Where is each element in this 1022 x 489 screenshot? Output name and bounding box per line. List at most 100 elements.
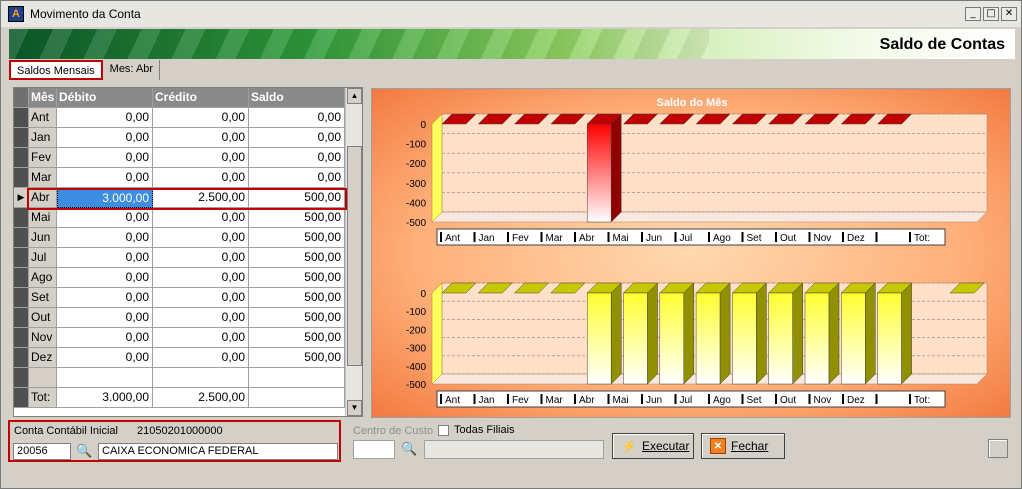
cost-center-search-icon[interactable]: 🔍: [401, 441, 417, 457]
row-indicator[interactable]: [14, 268, 29, 288]
cell-credito[interactable]: 0,00: [153, 288, 249, 308]
row-indicator[interactable]: [14, 248, 29, 268]
cell-debito[interactable]: 0,00: [57, 328, 153, 348]
cell-credito[interactable]: 0,00: [153, 348, 249, 368]
cell-saldo[interactable]: 0,00: [249, 108, 345, 128]
cell-mes[interactable]: Ant: [29, 108, 57, 128]
table-row[interactable]: Jul 0,00 0,00 500,00: [14, 248, 346, 268]
minimize-button[interactable]: _: [965, 7, 981, 21]
col-header-debito[interactable]: Débito: [57, 88, 153, 108]
cell-mes[interactable]: Jan: [29, 128, 57, 148]
close-button[interactable]: ✕ Fechar: [701, 433, 785, 459]
table-row[interactable]: Tot: 3.000,00 2.500,00: [14, 388, 346, 408]
table-row[interactable]: Fev 0,00 0,00 0,00: [14, 148, 346, 168]
monthly-balance-grid[interactable]: Mês Débito Crédito Saldo ▲ ▼ Ant 0,00 0,00…: [13, 87, 363, 417]
small-action-button[interactable]: [988, 439, 1008, 458]
cell-mes[interactable]: Ago: [29, 268, 57, 288]
cell-debito[interactable]: 0,00: [57, 168, 153, 188]
cell-mes[interactable]: Mai: [29, 208, 57, 228]
all-branches-checkbox[interactable]: [438, 425, 449, 436]
row-indicator[interactable]: [14, 308, 29, 328]
table-row[interactable]: Jan 0,00 0,00 0,00: [14, 128, 346, 148]
cell-debito[interactable]: [57, 368, 153, 388]
cell-saldo[interactable]: 500,00: [249, 308, 345, 328]
cell-debito[interactable]: 0,00: [57, 128, 153, 148]
cell-debito[interactable]: 3.000,00: [57, 188, 153, 208]
cell-debito[interactable]: 0,00: [57, 208, 153, 228]
cell-mes[interactable]: Abr: [29, 188, 57, 208]
cell-debito[interactable]: 0,00: [57, 268, 153, 288]
grid-scrollbar[interactable]: ▲ ▼: [345, 88, 362, 416]
cell-saldo[interactable]: 500,00: [249, 248, 345, 268]
print-icon[interactable]: [14, 88, 29, 108]
close-window-button[interactable]: ✕: [1001, 7, 1017, 21]
cell-mes[interactable]: Jul: [29, 248, 57, 268]
cell-mes[interactable]: Jun: [29, 228, 57, 248]
cell-debito[interactable]: 0,00: [57, 308, 153, 328]
row-indicator[interactable]: [14, 368, 29, 388]
cell-credito[interactable]: 2.500,00: [153, 388, 249, 408]
scroll-up-button[interactable]: ▲: [347, 88, 362, 104]
table-row[interactable]: Mai 0,00 0,00 500,00: [14, 208, 346, 228]
cell-credito[interactable]: 0,00: [153, 248, 249, 268]
row-indicator[interactable]: [14, 348, 29, 368]
cell-mes[interactable]: [29, 368, 57, 388]
col-header-saldo[interactable]: Saldo: [249, 88, 345, 108]
execute-button[interactable]: ⚡ Executar: [612, 433, 694, 459]
table-row[interactable]: [14, 368, 346, 388]
cell-debito[interactable]: 0,00: [57, 288, 153, 308]
cell-debito[interactable]: 3.000,00: [57, 388, 153, 408]
row-indicator[interactable]: [14, 128, 29, 148]
cell-credito[interactable]: 0,00: [153, 268, 249, 288]
row-indicator[interactable]: [14, 208, 29, 228]
cell-mes[interactable]: Set: [29, 288, 57, 308]
tab-saldos-mensais[interactable]: Saldos Mensais: [9, 60, 103, 80]
cell-saldo[interactable]: [249, 368, 345, 388]
table-row[interactable]: Set 0,00 0,00 500,00: [14, 288, 346, 308]
binoculars-search-icon[interactable]: 🔍: [76, 443, 92, 459]
row-indicator[interactable]: [14, 168, 29, 188]
row-indicator[interactable]: [14, 328, 29, 348]
cell-debito[interactable]: 0,00: [57, 348, 153, 368]
cell-credito[interactable]: 0,00: [153, 128, 249, 148]
table-row[interactable]: Ant 0,00 0,00 0,00: [14, 108, 346, 128]
tab-mes-abr[interactable]: Mes: Abr: [103, 60, 161, 80]
cell-credito[interactable]: 0,00: [153, 228, 249, 248]
row-indicator[interactable]: [14, 148, 29, 168]
cell-saldo[interactable]: 500,00: [249, 208, 345, 228]
cell-mes[interactable]: Tot:: [29, 388, 57, 408]
row-indicator[interactable]: [14, 108, 29, 128]
cell-credito[interactable]: 0,00: [153, 308, 249, 328]
cell-credito[interactable]: 0,00: [153, 148, 249, 168]
cell-saldo[interactable]: 0,00: [249, 168, 345, 188]
cell-saldo[interactable]: 500,00: [249, 288, 345, 308]
cell-credito[interactable]: 0,00: [153, 328, 249, 348]
cell-saldo[interactable]: 0,00: [249, 128, 345, 148]
row-indicator[interactable]: [14, 228, 29, 248]
cell-saldo[interactable]: [249, 388, 345, 408]
cell-saldo[interactable]: 0,00: [249, 148, 345, 168]
account-number-field[interactable]: 20056: [13, 443, 71, 460]
col-header-mes[interactable]: Mês: [29, 88, 57, 108]
cost-center-input[interactable]: [353, 440, 395, 459]
col-header-credito[interactable]: Crédito: [153, 88, 249, 108]
cell-mes[interactable]: Nov: [29, 328, 57, 348]
table-row[interactable]: Ago 0,00 0,00 500,00: [14, 268, 346, 288]
row-indicator[interactable]: [14, 288, 29, 308]
cell-saldo[interactable]: 500,00: [249, 188, 345, 208]
cell-saldo[interactable]: 500,00: [249, 348, 345, 368]
table-row[interactable]: Jun 0,00 0,00 500,00: [14, 228, 346, 248]
cell-credito[interactable]: 2.500,00: [153, 188, 249, 208]
row-indicator[interactable]: ▶: [14, 188, 29, 208]
table-row[interactable]: Out 0,00 0,00 500,00: [14, 308, 346, 328]
cell-credito[interactable]: 0,00: [153, 108, 249, 128]
cell-credito[interactable]: 0,00: [153, 168, 249, 188]
cell-debito[interactable]: 0,00: [57, 108, 153, 128]
cell-mes[interactable]: Out: [29, 308, 57, 328]
cell-mes[interactable]: Mar: [29, 168, 57, 188]
cell-credito[interactable]: [153, 368, 249, 388]
table-row[interactable]: Nov 0,00 0,00 500,00: [14, 328, 346, 348]
cell-credito[interactable]: 0,00: [153, 208, 249, 228]
table-row[interactable]: Dez 0,00 0,00 500,00: [14, 348, 346, 368]
cell-saldo[interactable]: 500,00: [249, 328, 345, 348]
